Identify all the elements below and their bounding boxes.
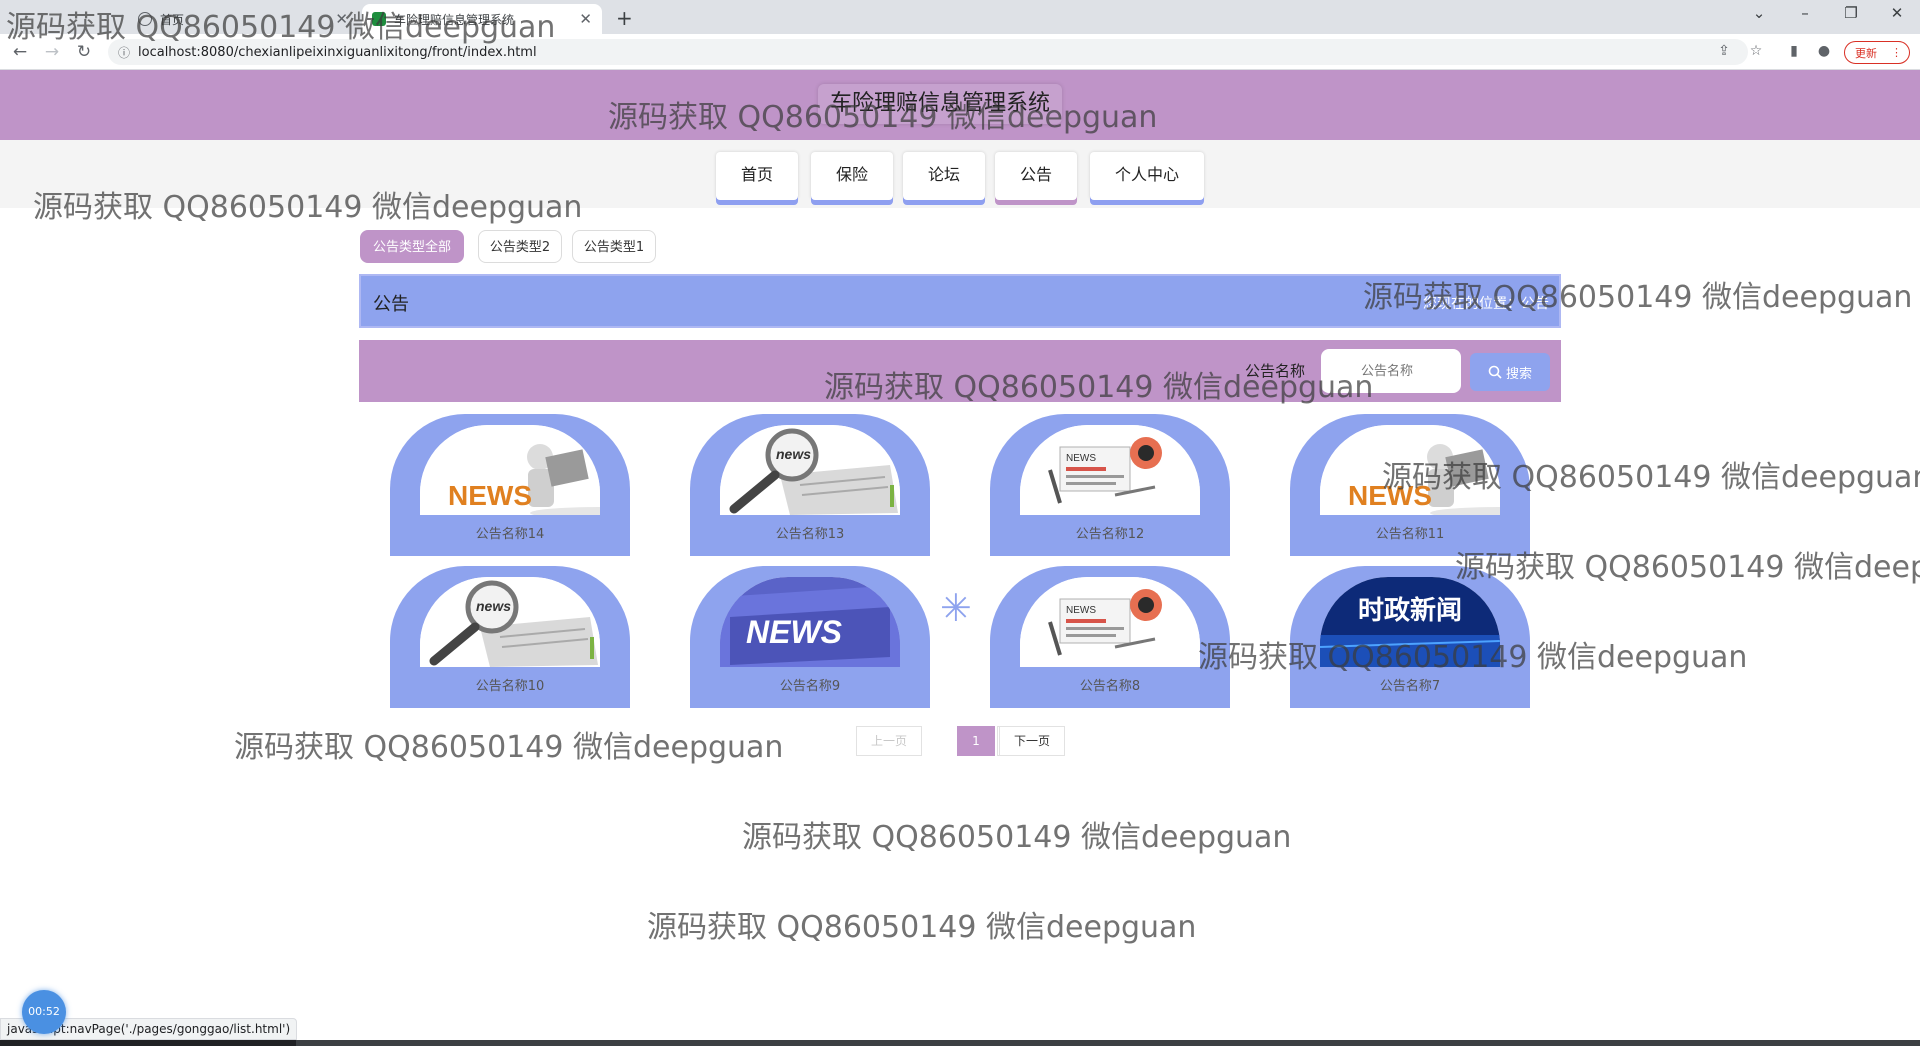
notice-card[interactable]: NEWS 公告名称14 <box>390 414 630 556</box>
nav-insurance[interactable]: 保险 <box>811 152 893 200</box>
notice-card-name: 公告名称9 <box>779 679 841 694</box>
side-panel-icon[interactable]: ▮ <box>1784 43 1804 59</box>
news-figure-orange-image: NEWS <box>420 425 600 515</box>
watermark: 源码获取 QQ86050149 微信deepguan <box>742 820 1292 855</box>
shizheng-text: 时政新闻 <box>1358 595 1462 626</box>
bottom-strip <box>0 1040 1920 1046</box>
restore-icon[interactable]: ❐ <box>1836 4 1866 22</box>
watermark: 源码获取 QQ86050149 微信deepguan <box>1198 640 1748 675</box>
share-icon[interactable]: ⇪ <box>1714 43 1734 59</box>
notice-card[interactable]: NEWS 公告名称9 <box>690 566 930 708</box>
news-press-tag-image: NEWS <box>1020 425 1200 515</box>
notice-card-name: 公告名称11 <box>1375 527 1445 542</box>
close-tab-icon[interactable]: ✕ <box>579 10 592 28</box>
news-text: NEWS <box>746 614 843 650</box>
news-key-blue-image: NEWS <box>720 577 900 667</box>
nav-home[interactable]: 首页 <box>716 152 798 200</box>
filter-type1[interactable]: 公告类型1 <box>572 230 656 263</box>
address-text: localhost:8080/chexianlipeixinxiguanlixi… <box>138 44 537 60</box>
notice-card-name: 公告名称8 <box>1079 679 1141 694</box>
news-magnifier-image: news <box>420 577 600 667</box>
tab-search-icon[interactable]: ⌄ <box>1744 4 1774 22</box>
watermark: 源码获取 QQ86050149 微信deepguan <box>647 910 1197 945</box>
watermark: 源码获取 QQ86050149 微信deepguan <box>824 370 1374 405</box>
update-button[interactable]: 更新 ⋮ <box>1844 41 1910 64</box>
news-text: NEWS <box>1066 605 1096 616</box>
news-press-tag-image: NEWS <box>1020 577 1200 667</box>
news-text: news <box>776 446 811 462</box>
pager-next[interactable]: 下一页 <box>999 726 1065 756</box>
menu-dots-icon: ⋮ <box>1891 46 1902 59</box>
section-title: 公告 <box>373 294 409 315</box>
minimize-icon[interactable]: – <box>1790 4 1820 22</box>
notice-card-name: 公告名称14 <box>475 527 545 542</box>
nav-forum[interactable]: 论坛 <box>903 152 985 200</box>
news-text: NEWS <box>1066 453 1096 464</box>
loading-spinner-icon: ✳ <box>940 586 972 630</box>
notice-card[interactable]: NEWS 公告名称8 <box>990 566 1230 708</box>
notice-card-name: 公告名称12 <box>1075 527 1145 542</box>
recording-timer: 00:52 <box>22 990 66 1034</box>
search-button-label: 搜索 <box>1505 366 1532 382</box>
news-text: news <box>476 598 511 614</box>
notice-card[interactable]: news 公告名称13 <box>690 414 930 556</box>
notice-card-name: 公告名称13 <box>775 527 845 542</box>
bookmark-star-icon[interactable]: ☆ <box>1746 43 1766 59</box>
filter-type2[interactable]: 公告类型2 <box>478 230 562 263</box>
notice-card[interactable]: NEWS 公告名称12 <box>990 414 1230 556</box>
filter-all[interactable]: 公告类型全部 <box>360 230 464 263</box>
nav-personal-center[interactable]: 个人中心 <box>1090 152 1204 200</box>
watermark: 源码获取 QQ86050149 微信deepguan <box>6 10 556 45</box>
pager-page-1[interactable]: 1 <box>957 726 995 756</box>
new-tab-button[interactable]: + <box>616 6 633 30</box>
watermark: 源码获取 QQ86050149 微信deepguan <box>234 730 784 765</box>
update-label: 更新 <box>1855 46 1877 60</box>
watermark: 源码获取 QQ86050149 微信deepguan <box>33 190 583 225</box>
search-button[interactable]: 搜索 <box>1470 353 1550 391</box>
watermark: 源码获取 QQ86050149 微信deepguan <box>1455 550 1920 585</box>
notice-card[interactable]: news 公告名称10 <box>390 566 630 708</box>
close-window-icon[interactable]: ✕ <box>1882 4 1912 22</box>
pager-prev[interactable]: 上一页 <box>856 726 922 756</box>
watermark: 源码获取 QQ86050149 微信deepguan <box>1363 280 1913 315</box>
profile-icon[interactable]: ● <box>1814 43 1834 59</box>
notice-card-name: 公告名称7 <box>1379 679 1441 694</box>
news-magnifier-image: news <box>720 425 900 515</box>
watermark: 源码获取 QQ86050149 微信deepguan <box>608 100 1158 135</box>
site-info-icon[interactable]: ⓘ <box>118 44 130 61</box>
search-icon <box>1488 365 1502 379</box>
notice-card-name: 公告名称10 <box>475 679 545 694</box>
nav-notice[interactable]: 公告 <box>995 152 1077 200</box>
watermark: 源码获取 QQ86050149 微信deepguan <box>1382 460 1920 495</box>
news-text: NEWS <box>448 480 532 511</box>
